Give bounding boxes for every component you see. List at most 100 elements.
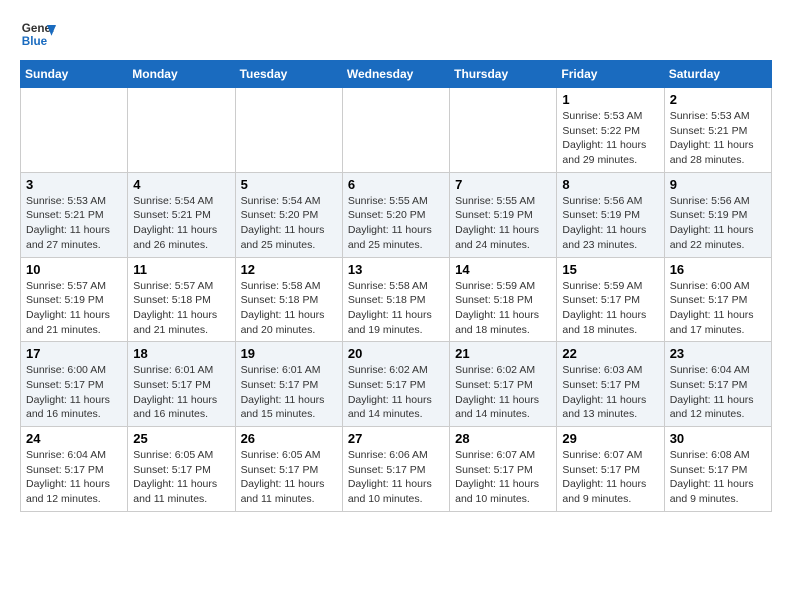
week-row-1: 1Sunrise: 5:53 AM Sunset: 5:22 PM Daylig… — [21, 88, 772, 173]
day-info: Sunrise: 5:56 AM Sunset: 5:19 PM Dayligh… — [562, 194, 658, 253]
calendar-cell: 1Sunrise: 5:53 AM Sunset: 5:22 PM Daylig… — [557, 88, 664, 173]
calendar-cell: 19 Sunrise: 6:01 AM Sunset: 5:17 PM Dayli… — [235, 342, 342, 427]
day-number: 5 — [241, 177, 337, 192]
day-number: 16 — [670, 262, 766, 277]
calendar-cell: 5 Sunrise: 5:54 AM Sunset: 5:20 PM Daylig… — [235, 172, 342, 257]
day-number: 18 — [133, 346, 229, 361]
day-number: 19 — [241, 346, 337, 361]
calendar-cell: 16 Sunrise: 6:00 AM Sunset: 5:17 PM Dayli… — [664, 257, 771, 342]
calendar-cell: 21 Sunrise: 6:02 AM Sunset: 5:17 PM Dayli… — [450, 342, 557, 427]
day-info: Sunrise: 5:55 AM Sunset: 5:19 PM Dayligh… — [455, 194, 551, 253]
day-info: Sunrise: 6:05 AM Sunset: 5:17 PM Dayligh… — [241, 448, 337, 507]
day-info: Sunrise: 5:54 AM Sunset: 5:20 PM Dayligh… — [241, 194, 337, 253]
day-number: 30 — [670, 431, 766, 446]
day-info: Sunrise: 6:06 AM Sunset: 5:17 PM Dayligh… — [348, 448, 444, 507]
svg-text:Blue: Blue — [22, 35, 48, 48]
calendar-cell: 3 Sunrise: 5:53 AM Sunset: 5:21 PM Daylig… — [21, 172, 128, 257]
day-info: Sunrise: 5:59 AM Sunset: 5:17 PM Dayligh… — [562, 279, 658, 338]
week-row-3: 10 Sunrise: 5:57 AM Sunset: 5:19 PM Dayli… — [21, 257, 772, 342]
day-number: 27 — [348, 431, 444, 446]
day-info: Sunrise: 6:04 AM Sunset: 5:17 PM Dayligh… — [26, 448, 122, 507]
day-info: Sunrise: 6:02 AM Sunset: 5:17 PM Dayligh… — [348, 363, 444, 422]
calendar-cell: 8 Sunrise: 5:56 AM Sunset: 5:19 PM Daylig… — [557, 172, 664, 257]
day-info: Sunrise: 5:58 AM Sunset: 5:18 PM Dayligh… — [241, 279, 337, 338]
day-info: Sunrise: 5:58 AM Sunset: 5:18 PM Dayligh… — [348, 279, 444, 338]
calendar-cell: 20 Sunrise: 6:02 AM Sunset: 5:17 PM Dayli… — [342, 342, 449, 427]
day-number: 23 — [670, 346, 766, 361]
day-info: Sunrise: 6:07 AM Sunset: 5:17 PM Dayligh… — [562, 448, 658, 507]
day-number: 26 — [241, 431, 337, 446]
day-number: 10 — [26, 262, 122, 277]
calendar-cell: 9 Sunrise: 5:56 AM Sunset: 5:19 PM Daylig… — [664, 172, 771, 257]
day-info: Sunrise: 6:00 AM Sunset: 5:17 PM Dayligh… — [670, 279, 766, 338]
day-info: Sunrise: 6:05 AM Sunset: 5:17 PM Dayligh… — [133, 448, 229, 507]
day-info: Sunrise: 5:55 AM Sunset: 5:20 PM Dayligh… — [348, 194, 444, 253]
calendar-cell: 11Sunrise: 5:57 AM Sunset: 5:18 PM Dayli… — [128, 257, 235, 342]
day-number: 12 — [241, 262, 337, 277]
day-info: Sunrise: 5:53 AM Sunset: 5:21 PM Dayligh… — [26, 194, 122, 253]
weekday-header-sunday: Sunday — [21, 61, 128, 88]
day-info: Sunrise: 6:01 AM Sunset: 5:17 PM Dayligh… — [241, 363, 337, 422]
calendar-cell: 6 Sunrise: 5:55 AM Sunset: 5:20 PM Daylig… — [342, 172, 449, 257]
day-info: Sunrise: 5:56 AM Sunset: 5:19 PM Dayligh… — [670, 194, 766, 253]
day-number: 14 — [455, 262, 551, 277]
day-number: 24 — [26, 431, 122, 446]
calendar-cell: 10 Sunrise: 5:57 AM Sunset: 5:19 PM Dayli… — [21, 257, 128, 342]
calendar-cell: 12 Sunrise: 5:58 AM Sunset: 5:18 PM Dayli… — [235, 257, 342, 342]
calendar-cell — [235, 88, 342, 173]
weekday-header-thursday: Thursday — [450, 61, 557, 88]
logo-icon: General Blue — [20, 16, 56, 52]
day-number: 3 — [26, 177, 122, 192]
calendar-cell — [450, 88, 557, 173]
day-info: Sunrise: 6:04 AM Sunset: 5:17 PM Dayligh… — [670, 363, 766, 422]
day-info: Sunrise: 5:53 AM Sunset: 5:22 PM Dayligh… — [562, 109, 658, 168]
week-row-5: 24 Sunrise: 6:04 AM Sunset: 5:17 PM Dayli… — [21, 427, 772, 512]
day-number: 29 — [562, 431, 658, 446]
day-number: 6 — [348, 177, 444, 192]
day-number: 15 — [562, 262, 658, 277]
weekday-header-row: SundayMondayTuesdayWednesdayThursdayFrid… — [21, 61, 772, 88]
day-info: Sunrise: 5:54 AM Sunset: 5:21 PM Dayligh… — [133, 194, 229, 253]
day-info: Sunrise: 6:00 AM Sunset: 5:17 PM Dayligh… — [26, 363, 122, 422]
week-row-2: 3 Sunrise: 5:53 AM Sunset: 5:21 PM Daylig… — [21, 172, 772, 257]
day-number: 25 — [133, 431, 229, 446]
calendar-cell: 2Sunrise: 5:53 AM Sunset: 5:21 PM Daylig… — [664, 88, 771, 173]
day-info: Sunrise: 5:53 AM Sunset: 5:21 PM Dayligh… — [670, 109, 766, 168]
day-number: 13 — [348, 262, 444, 277]
calendar-cell: 23 Sunrise: 6:04 AM Sunset: 5:17 PM Dayli… — [664, 342, 771, 427]
calendar-cell: 18 Sunrise: 6:01 AM Sunset: 5:17 PM Dayli… — [128, 342, 235, 427]
day-info: Sunrise: 6:02 AM Sunset: 5:17 PM Dayligh… — [455, 363, 551, 422]
calendar-cell — [128, 88, 235, 173]
calendar-cell: 4 Sunrise: 5:54 AM Sunset: 5:21 PM Daylig… — [128, 172, 235, 257]
day-number: 28 — [455, 431, 551, 446]
calendar-cell: 14 Sunrise: 5:59 AM Sunset: 5:18 PM Dayli… — [450, 257, 557, 342]
day-info: Sunrise: 6:07 AM Sunset: 5:17 PM Dayligh… — [455, 448, 551, 507]
page-header: General Blue — [20, 16, 772, 52]
calendar-cell: 7Sunrise: 5:55 AM Sunset: 5:19 PM Daylig… — [450, 172, 557, 257]
calendar-cell: 27 Sunrise: 6:06 AM Sunset: 5:17 PM Dayli… — [342, 427, 449, 512]
day-info: Sunrise: 6:01 AM Sunset: 5:17 PM Dayligh… — [133, 363, 229, 422]
day-info: Sunrise: 5:57 AM Sunset: 5:18 PM Dayligh… — [133, 279, 229, 338]
day-number: 9 — [670, 177, 766, 192]
logo: General Blue — [20, 16, 56, 52]
weekday-header-tuesday: Tuesday — [235, 61, 342, 88]
weekday-header-friday: Friday — [557, 61, 664, 88]
day-number: 8 — [562, 177, 658, 192]
day-number: 20 — [348, 346, 444, 361]
day-number: 21 — [455, 346, 551, 361]
day-number: 4 — [133, 177, 229, 192]
calendar-cell: 22Sunrise: 6:03 AM Sunset: 5:17 PM Dayli… — [557, 342, 664, 427]
day-info: Sunrise: 5:59 AM Sunset: 5:18 PM Dayligh… — [455, 279, 551, 338]
calendar-cell: 26 Sunrise: 6:05 AM Sunset: 5:17 PM Dayli… — [235, 427, 342, 512]
calendar-cell: 25 Sunrise: 6:05 AM Sunset: 5:17 PM Dayli… — [128, 427, 235, 512]
weekday-header-monday: Monday — [128, 61, 235, 88]
week-row-4: 17 Sunrise: 6:00 AM Sunset: 5:17 PM Dayli… — [21, 342, 772, 427]
calendar-cell: 28 Sunrise: 6:07 AM Sunset: 5:17 PM Dayli… — [450, 427, 557, 512]
calendar-cell — [342, 88, 449, 173]
day-info: Sunrise: 5:57 AM Sunset: 5:19 PM Dayligh… — [26, 279, 122, 338]
day-number: 17 — [26, 346, 122, 361]
weekday-header-wednesday: Wednesday — [342, 61, 449, 88]
calendar-cell: 13 Sunrise: 5:58 AM Sunset: 5:18 PM Dayli… — [342, 257, 449, 342]
calendar-cell: 29 Sunrise: 6:07 AM Sunset: 5:17 PM Dayli… — [557, 427, 664, 512]
day-number: 22 — [562, 346, 658, 361]
